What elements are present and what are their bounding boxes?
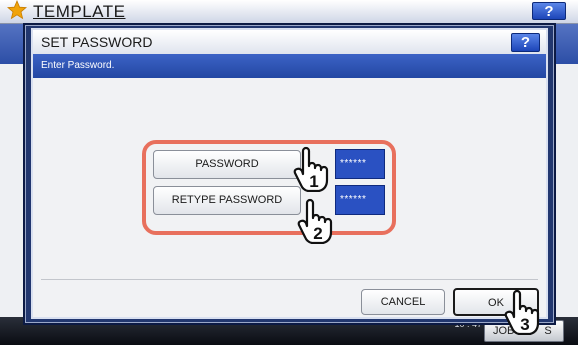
- job-status-suffix: S: [544, 325, 552, 337]
- dialog-frame: SET PASSWORD ? Enter Password. PASSWORD …: [31, 28, 548, 319]
- background-help-button[interactable]: ?: [532, 2, 566, 20]
- dialog-message: Enter Password.: [41, 60, 115, 71]
- star-icon: [7, 0, 27, 20]
- retype-password-button[interactable]: RETYPE PASSWORD: [153, 186, 301, 215]
- pointing-hand-icon: 3: [504, 289, 540, 335]
- dialog-divider: [41, 279, 538, 280]
- password-button[interactable]: PASSWORD: [153, 150, 301, 179]
- help-button[interactable]: ?: [511, 33, 540, 52]
- dialog-message-bar: Enter Password.: [33, 54, 546, 78]
- set-password-dialog: SET PASSWORD ? Enter Password. PASSWORD …: [23, 23, 556, 325]
- pointing-hand-icon: 1: [293, 146, 329, 192]
- cancel-button[interactable]: CANCEL: [361, 289, 445, 315]
- background-title: TEMPLATE: [33, 2, 126, 21]
- pointing-hand-icon: 2: [297, 198, 333, 244]
- step-2-number: 2: [313, 224, 322, 243]
- step-1-number: 1: [309, 172, 318, 191]
- dialog-body: PASSWORD ****** RETYPE PASSWORD ****** C…: [33, 78, 546, 317]
- dialog-title: SET PASSWORD: [41, 34, 153, 50]
- password-field[interactable]: ******: [335, 149, 385, 179]
- retype-password-field[interactable]: ******: [335, 185, 385, 215]
- step-3-number: 3: [520, 315, 529, 334]
- background-top-bar: TEMPLATE ?: [0, 0, 578, 24]
- dialog-title-bar: SET PASSWORD ?: [33, 30, 546, 54]
